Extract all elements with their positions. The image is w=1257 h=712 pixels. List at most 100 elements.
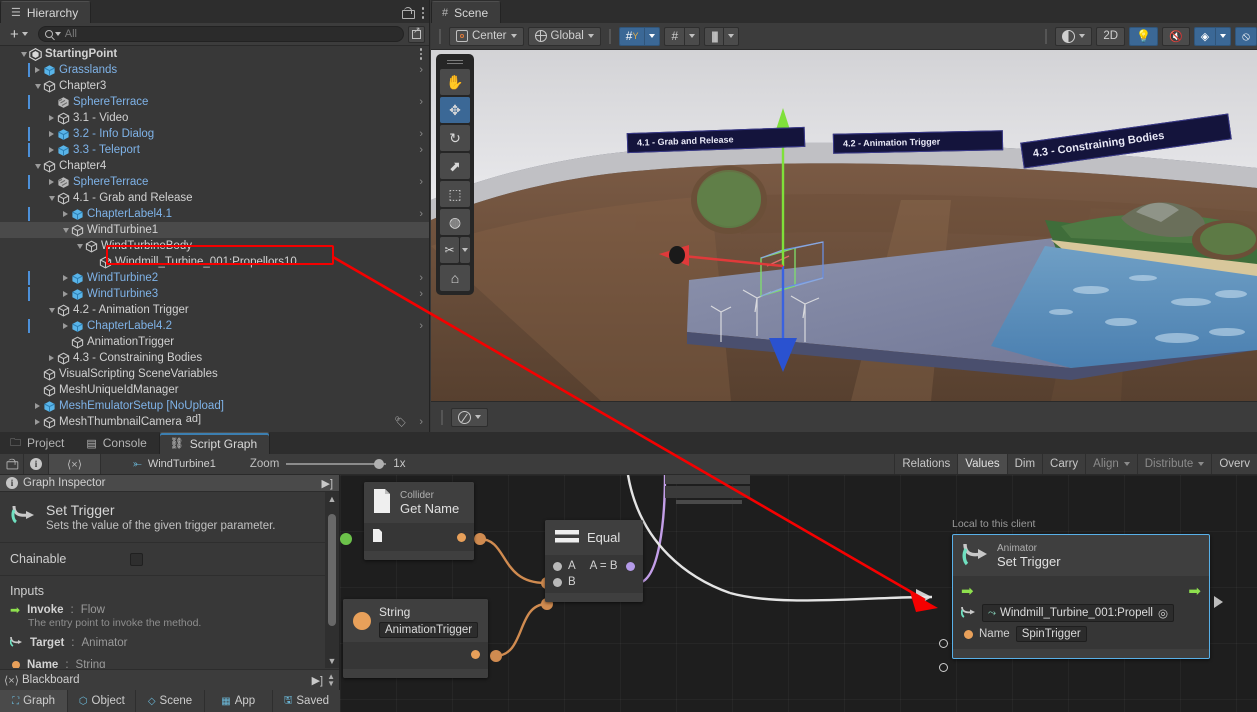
kebab-menu-icon[interactable]	[419, 47, 423, 61]
script-graph-canvas[interactable]: Collider Get Name	[340, 475, 1257, 712]
search-filter-chevron-icon[interactable]	[55, 32, 61, 36]
twisty[interactable]	[46, 308, 57, 313]
hierarchy-item-meshthumbnailcamera[interactable]: MeshThumbnailCameraad]🏷›	[0, 414, 429, 430]
node-collider-get-name[interactable]: Collider Get Name	[364, 482, 474, 560]
hierarchy-item-3-1-video[interactable]: 3.1 - Video	[0, 110, 429, 126]
distribute-dropdown[interactable]: Distribute	[1137, 454, 1212, 474]
tab-scene-vars[interactable]: ◇ Scene	[136, 690, 204, 712]
chevron-right-icon[interactable]: ›	[419, 176, 423, 188]
custom-tool-dropdown[interactable]	[460, 237, 470, 263]
align-dropdown[interactable]: Align	[1085, 454, 1137, 474]
overview-button[interactable]: Overv	[1211, 454, 1257, 474]
twisty[interactable]	[32, 419, 43, 425]
graph-breadcrumb[interactable]: ⤜ WindTurbine1	[127, 454, 222, 474]
toggle-2d-button[interactable]: 2D	[1096, 27, 1125, 46]
target-object-field[interactable]: ⤳ Windmill_Turbine_001:Propell ◎	[982, 604, 1174, 622]
twisty[interactable]	[18, 52, 29, 57]
camera-overlay-button[interactable]	[451, 408, 488, 427]
twisty[interactable]	[46, 147, 57, 153]
twisty[interactable]	[32, 164, 43, 169]
snap-increment-button[interactable]: #	[664, 27, 684, 46]
chevron-right-icon[interactable]: ›	[419, 208, 423, 220]
scrollbar-thumb[interactable]	[328, 514, 336, 626]
lock-icon[interactable]	[402, 7, 413, 19]
ruler-dropdown[interactable]	[723, 27, 739, 46]
collapse-icon[interactable]: ▶]	[312, 674, 324, 687]
string-value-field[interactable]: AnimationTrigger	[379, 622, 478, 638]
shading-mode-button[interactable]	[1055, 27, 1092, 46]
chevron-right-icon[interactable]: ›	[419, 272, 423, 284]
toggle-effects-button[interactable]: ◈	[1194, 27, 1215, 46]
unconnected-port-1[interactable]	[939, 639, 948, 648]
scene-viewport[interactable]: 4.1 - Grab and Release 4.2 - Animation T…	[431, 50, 1257, 401]
graph-lock-button[interactable]	[0, 454, 24, 474]
toggle-audio-button[interactable]: 🔇	[1162, 27, 1190, 46]
tab-script-graph[interactable]: ⛓ Script Graph	[159, 432, 270, 454]
node-animator-set-trigger[interactable]: Animator Set Trigger ➡ ➡	[952, 534, 1210, 659]
component-tool-button[interactable]: ⌂	[440, 265, 470, 291]
zoom-slider[interactable]	[286, 458, 386, 470]
hierarchy-item-windturbine3[interactable]: WindTurbine3›	[0, 286, 429, 302]
scroll-up-icon[interactable]: ▲	[325, 492, 339, 506]
twisty[interactable]	[46, 115, 57, 121]
twisty[interactable]	[60, 211, 71, 217]
hierarchy-item-startingpoint[interactable]: StartingPoint	[0, 46, 429, 62]
tab-scene[interactable]: # Scene	[431, 1, 501, 23]
node-port-b[interactable]: B	[545, 574, 643, 590]
hierarchy-item-animationtrigger[interactable]: AnimationTrigger	[0, 334, 429, 350]
tab-object[interactable]: ⬡ Object	[68, 690, 136, 712]
dim-button[interactable]: Dim	[1007, 454, 1042, 474]
chevron-right-icon[interactable]: ›	[419, 416, 423, 428]
out-port-dot[interactable]	[471, 650, 480, 659]
search-input[interactable]: All	[38, 26, 404, 42]
chevron-right-icon[interactable]: ›	[419, 320, 423, 332]
twisty[interactable]	[46, 131, 57, 137]
overlay-drag-handle[interactable]	[447, 60, 463, 64]
hierarchy-item-windturbine1[interactable]: WindTurbine1	[0, 222, 429, 238]
twisty[interactable]	[46, 179, 57, 185]
twisty[interactable]	[60, 275, 71, 281]
hierarchy-item-windturbine2[interactable]: WindTurbine2›	[0, 270, 429, 286]
hand-tool-button[interactable]: ✋	[440, 69, 470, 95]
expand-panel-button[interactable]	[408, 26, 425, 43]
zoom-control[interactable]: Zoom 1x	[250, 458, 406, 470]
move-tool-button[interactable]: ✥	[440, 97, 470, 123]
hierarchy-item-chapter3[interactable]: Chapter3	[0, 78, 429, 94]
hierarchy-item-chapterlabel4-2[interactable]: ChapterLabel4.2›	[0, 318, 429, 334]
twisty[interactable]	[74, 244, 85, 249]
twisty[interactable]	[60, 228, 71, 233]
hierarchy-item-sphereterrace[interactable]: SphereTerrace›	[0, 94, 429, 110]
hierarchy-item-visualscripting-scenevariables[interactable]: VisualScripting SceneVariables	[0, 366, 429, 382]
values-button[interactable]: Values	[957, 454, 1006, 474]
in-port-dot[interactable]	[553, 562, 562, 571]
twisty[interactable]	[60, 291, 71, 297]
twisty[interactable]	[32, 67, 43, 73]
add-gameobject-button[interactable]: +	[4, 26, 34, 43]
twisty[interactable]	[46, 196, 57, 201]
chevron-right-icon[interactable]: ›	[419, 64, 423, 76]
chevron-right-icon[interactable]: ›	[419, 144, 423, 156]
tab-project[interactable]: 🗀 Project	[0, 432, 76, 454]
collapse-icon[interactable]: ▶]	[321, 477, 333, 490]
chainable-checkbox[interactable]	[130, 553, 143, 566]
custom-tool-button[interactable]: ✂	[440, 237, 459, 263]
out-port-dot[interactable]	[626, 562, 635, 571]
tag-icon[interactable]: 🏷	[394, 417, 407, 428]
flow-output-triangle-icon[interactable]	[1214, 596, 1223, 608]
twisty[interactable]	[46, 355, 57, 361]
object-picker-icon[interactable]: ◎	[1158, 606, 1168, 620]
hierarchy-item-meshuniqueidmanager[interactable]: MeshUniqueIdManager	[0, 382, 429, 398]
twisty[interactable]	[60, 323, 71, 329]
hierarchy-item-4-2-animation-trigger[interactable]: 4.2 - Animation Trigger	[0, 302, 429, 318]
tab-graph[interactable]: ⛶ Graph	[0, 690, 68, 712]
hierarchy-item-chapter4[interactable]: Chapter4	[0, 158, 429, 174]
tab-saved[interactable]: 🖫 Saved	[273, 690, 340, 712]
hierarchy-item-3-3-teleport[interactable]: 3.3 - Teleport›	[0, 142, 429, 158]
node-port-out[interactable]	[343, 648, 488, 661]
grid-snap-button[interactable]: # Y	[619, 27, 645, 46]
relations-button[interactable]: Relations	[894, 454, 957, 474]
kebab-menu-icon[interactable]	[421, 6, 425, 20]
node-equal[interactable]: Equal A A = B B	[545, 520, 643, 602]
chevron-right-icon[interactable]: ›	[419, 128, 423, 140]
tab-hierarchy[interactable]: ☰ Hierarchy	[0, 1, 91, 23]
